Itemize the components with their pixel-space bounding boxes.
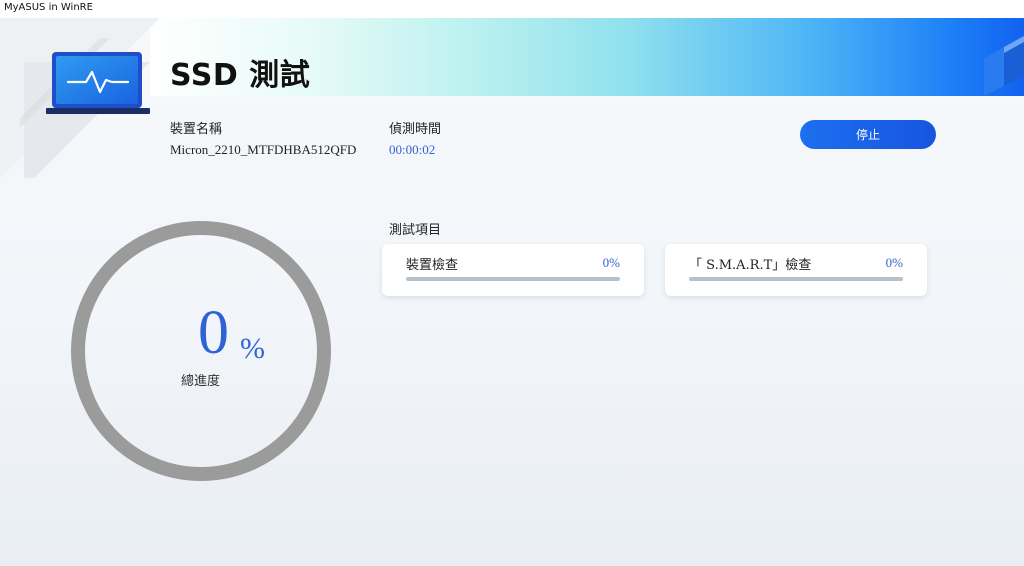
device-name-label: 裝置名稱 [170, 122, 223, 137]
device-name-value: Micron_2210_MTFDHBA512QFD [170, 142, 357, 157]
detection-time-value: 00:00:02 [389, 142, 436, 157]
test-card-progress-bar [689, 277, 903, 281]
test-card-name: 「 S.M.A.R.T」檢查 [689, 258, 812, 273]
detection-time-label: 偵測時間 [389, 122, 442, 137]
stop-button[interactable]: 停止 [800, 120, 936, 149]
test-card-percent: 0% [602, 255, 620, 270]
test-items-label: 測試項目 [389, 223, 442, 238]
window-title: MyASUS in WinRE [4, 2, 93, 13]
test-card-percent: 0% [885, 255, 903, 270]
header-decoration-right [984, 36, 1024, 96]
overall-progress-label: 總進度 [181, 374, 221, 389]
test-card-smart-check: 「 S.M.A.R.T」檢查 0% [665, 244, 927, 296]
laptop-health-icon [46, 52, 150, 114]
overall-percent-sign: % [240, 332, 265, 365]
test-card-progress-bar [406, 277, 620, 281]
window-titlebar: MyASUS in WinRE [0, 0, 1024, 18]
overall-percent-value: 0 [198, 299, 229, 367]
page-title: SSD 測試 [170, 58, 311, 93]
test-card-device-check: 裝置檢查 0% [382, 244, 644, 296]
test-card-name: 裝置檢查 [406, 258, 459, 273]
